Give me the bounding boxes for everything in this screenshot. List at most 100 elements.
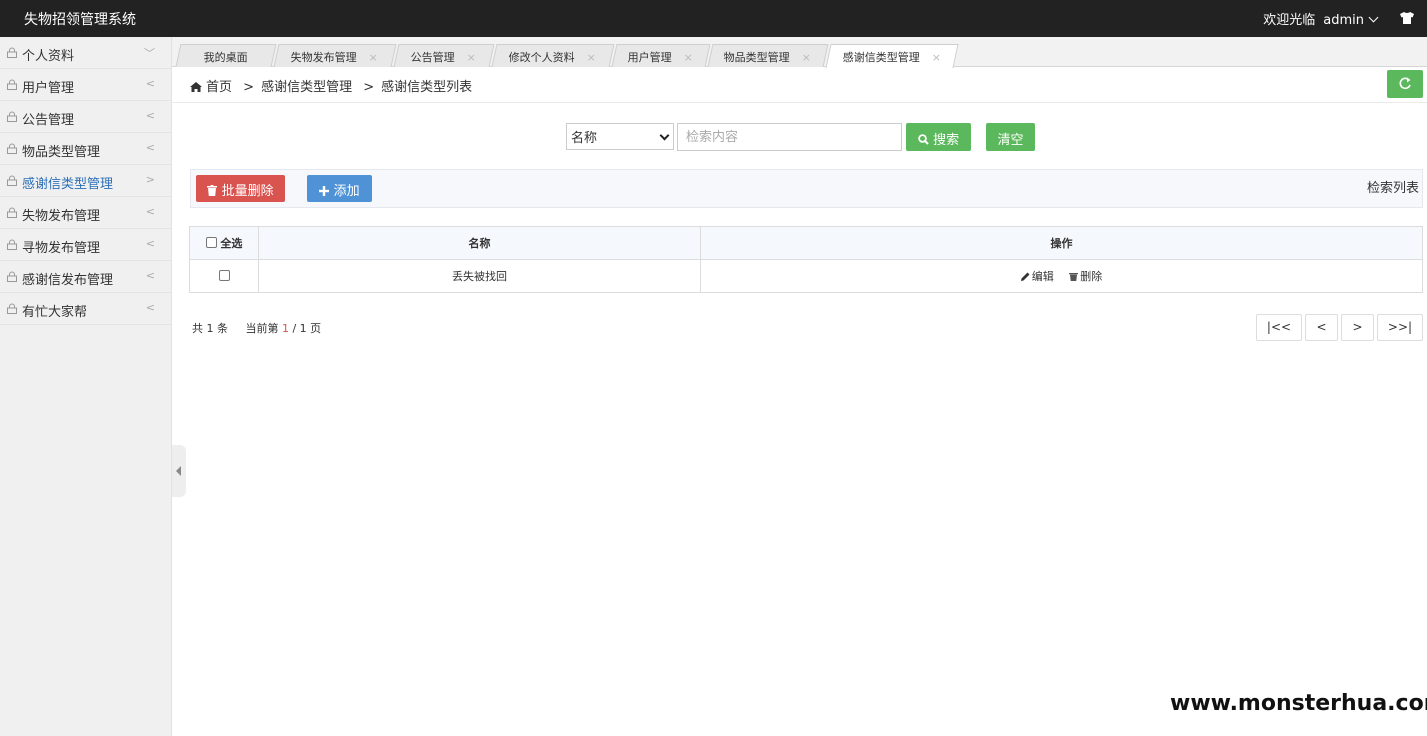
actions-column-header: 操作 bbox=[700, 226, 1423, 260]
search-input[interactable] bbox=[677, 123, 902, 151]
sidebar-item-label: 公告管理 bbox=[22, 113, 75, 128]
sidebar-item-label: 寻物发布管理 bbox=[22, 241, 101, 256]
expand-arrow-icon: < bbox=[145, 205, 155, 218]
lock-icon bbox=[7, 47, 17, 58]
last-page-button[interactable]: >>| bbox=[1377, 314, 1423, 341]
theme-shirt-icon[interactable] bbox=[1399, 10, 1415, 26]
table-row: 丢失被找回 编辑 删除 bbox=[189, 259, 1423, 293]
sidebar-collapse-handle[interactable] bbox=[172, 445, 186, 497]
sidebar: 个人资料 ﹀ 用户管理 < 公告管理 < 物品类型管理 < 感谢信类型管理 > … bbox=[0, 37, 172, 736]
close-icon[interactable]: × bbox=[467, 51, 476, 64]
prev-page-button[interactable]: < bbox=[1305, 314, 1338, 341]
lock-icon bbox=[7, 111, 17, 122]
sidebar-item-label: 个人资料 bbox=[22, 49, 75, 64]
search-list-label: 检索列表 bbox=[1366, 181, 1419, 196]
delete-link[interactable]: 删除 bbox=[1069, 270, 1102, 283]
close-icon[interactable]: × bbox=[684, 51, 693, 64]
username[interactable]: admin bbox=[1323, 13, 1364, 28]
sidebar-item-thanks-posts[interactable]: 感谢信发布管理 < bbox=[0, 261, 171, 293]
trash-icon bbox=[207, 185, 218, 196]
edit-link[interactable]: 编辑 bbox=[1020, 270, 1054, 283]
sidebar-item-found-posts[interactable]: 寻物发布管理 < bbox=[0, 229, 171, 261]
lock-icon bbox=[7, 271, 17, 282]
row-checkbox[interactable] bbox=[218, 269, 230, 281]
search-field-select[interactable]: 名称 bbox=[566, 123, 674, 150]
select-all-checkbox[interactable] bbox=[205, 237, 217, 248]
sidebar-item-item-types[interactable]: 物品类型管理 < bbox=[0, 133, 171, 165]
total-prefix: 共 bbox=[192, 322, 203, 335]
search-button[interactable]: 搜索 bbox=[906, 123, 971, 151]
pencil-icon bbox=[1020, 272, 1030, 281]
tab-label: 用户管理 bbox=[628, 51, 673, 64]
plus-icon bbox=[319, 186, 330, 196]
sidebar-item-users[interactable]: 用户管理 < bbox=[0, 69, 171, 101]
tab-label: 修改个人资料 bbox=[509, 51, 576, 64]
clear-button[interactable]: 清空 bbox=[986, 123, 1035, 151]
current-page: 1 bbox=[281, 322, 289, 335]
lock-icon bbox=[7, 207, 17, 218]
batch-delete-button[interactable]: 批量删除 bbox=[196, 175, 285, 202]
close-icon[interactable]: × bbox=[802, 51, 811, 64]
row-select-cell bbox=[189, 259, 259, 293]
name-column-header: 名称 bbox=[258, 226, 701, 260]
close-icon[interactable]: × bbox=[587, 51, 596, 64]
lock-icon bbox=[7, 175, 17, 186]
expand-arrow-icon: < bbox=[145, 301, 155, 314]
expand-arrow-icon: ﹀ bbox=[144, 47, 155, 60]
sidebar-item-notices[interactable]: 公告管理 < bbox=[0, 101, 171, 133]
breadcrumb-level1[interactable]: 感谢信类型管理 bbox=[261, 80, 352, 95]
expand-arrow-icon: < bbox=[145, 141, 155, 154]
sidebar-item-label: 失物发布管理 bbox=[22, 209, 101, 224]
tab-label: 失物发布管理 bbox=[291, 51, 358, 64]
first-page-button[interactable]: |<< bbox=[1256, 314, 1302, 341]
page-count: / 1 页 bbox=[292, 322, 322, 335]
select-all-header[interactable]: 全选 bbox=[189, 226, 259, 260]
sidebar-item-label: 有忙大家帮 bbox=[22, 305, 88, 320]
total-count: 1 bbox=[206, 322, 214, 335]
sidebar-item-label: 感谢信发布管理 bbox=[22, 273, 114, 288]
sidebar-item-help[interactable]: 有忙大家帮 < bbox=[0, 293, 171, 325]
next-page-button[interactable]: > bbox=[1341, 314, 1374, 341]
breadcrumb-separator: > bbox=[243, 80, 255, 95]
sidebar-item-thanks-types[interactable]: 感谢信类型管理 > bbox=[0, 165, 171, 197]
sidebar-item-label: 感谢信类型管理 bbox=[22, 177, 114, 192]
tab-item-types[interactable]: 物品类型管理 × bbox=[707, 44, 829, 67]
tab-thanks-types[interactable]: 感谢信类型管理 × bbox=[825, 44, 959, 68]
close-icon[interactable]: × bbox=[369, 51, 378, 64]
tab-users[interactable]: 用户管理 × bbox=[611, 44, 711, 67]
tab-label: 我的桌面 bbox=[203, 51, 248, 64]
tab-label: 物品类型管理 bbox=[724, 51, 791, 64]
chevron-down-icon[interactable] bbox=[1368, 12, 1379, 23]
tab-lost-posts[interactable]: 失物发布管理 × bbox=[273, 44, 397, 67]
lock-icon bbox=[7, 303, 17, 314]
home-icon bbox=[190, 82, 202, 92]
close-icon[interactable]: × bbox=[932, 51, 941, 64]
sidebar-item-profile[interactable]: 个人资料 ﹀ bbox=[0, 37, 171, 69]
add-label: 添加 bbox=[333, 184, 360, 199]
search-icon bbox=[918, 134, 929, 145]
sidebar-item-lost-posts[interactable]: 失物发布管理 < bbox=[0, 197, 171, 229]
divider bbox=[172, 102, 1427, 103]
top-bar: 失物招领管理系统 欢迎光临 admin bbox=[0, 0, 1427, 37]
breadcrumb-home[interactable]: 首页 bbox=[206, 80, 232, 95]
refresh-button[interactable] bbox=[1387, 70, 1423, 98]
batch-delete-label: 批量删除 bbox=[221, 184, 274, 199]
expand-arrow-icon: < bbox=[145, 77, 155, 90]
breadcrumb-separator: > bbox=[363, 80, 375, 95]
app-title: 失物招领管理系统 bbox=[24, 12, 136, 28]
sidebar-item-label: 物品类型管理 bbox=[22, 145, 101, 160]
tab-desktop[interactable]: 我的桌面 bbox=[175, 44, 277, 67]
welcome-text: 欢迎光临 bbox=[1263, 13, 1316, 28]
tab-label: 感谢信类型管理 bbox=[842, 51, 920, 64]
search-field-value: 名称 bbox=[571, 131, 598, 146]
add-button[interactable]: 添加 bbox=[307, 175, 372, 202]
breadcrumb-level2: 感谢信类型列表 bbox=[381, 80, 473, 95]
tab-notices[interactable]: 公告管理 × bbox=[393, 44, 495, 67]
tab-edit-profile[interactable]: 修改个人资料 × bbox=[491, 44, 615, 67]
expand-arrow-icon: > bbox=[145, 173, 155, 186]
sidebar-item-label: 用户管理 bbox=[22, 81, 75, 96]
user-menu[interactable]: 欢迎光临 admin bbox=[1263, 9, 1379, 28]
select-all-label: 全选 bbox=[220, 237, 243, 250]
clear-button-label: 清空 bbox=[997, 133, 1024, 148]
tab-bar: 我的桌面 失物发布管理 × 公告管理 × 修改个人资料 × 用户管理 × 物品类型管理 ×… bbox=[172, 37, 1427, 68]
